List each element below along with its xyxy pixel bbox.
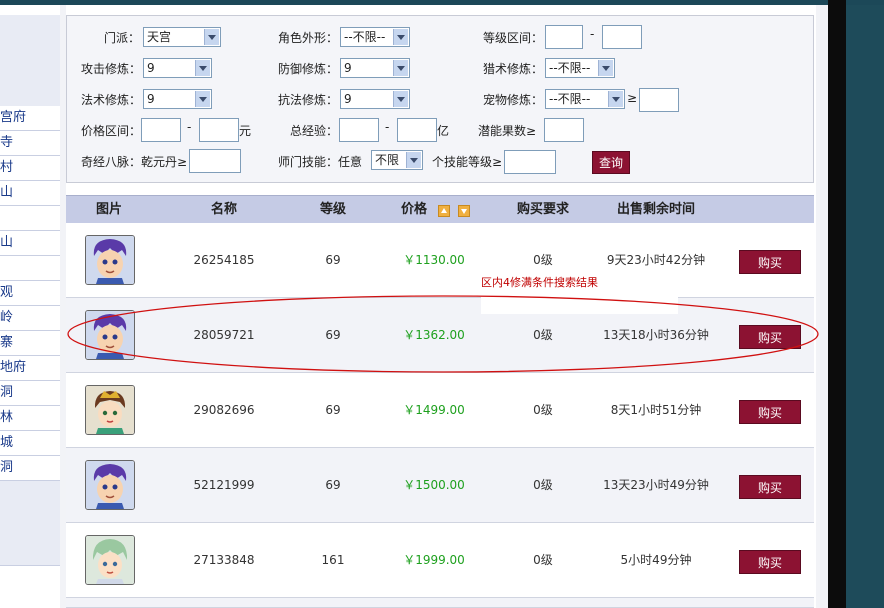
- highlight-ellipse: [67, 295, 819, 373]
